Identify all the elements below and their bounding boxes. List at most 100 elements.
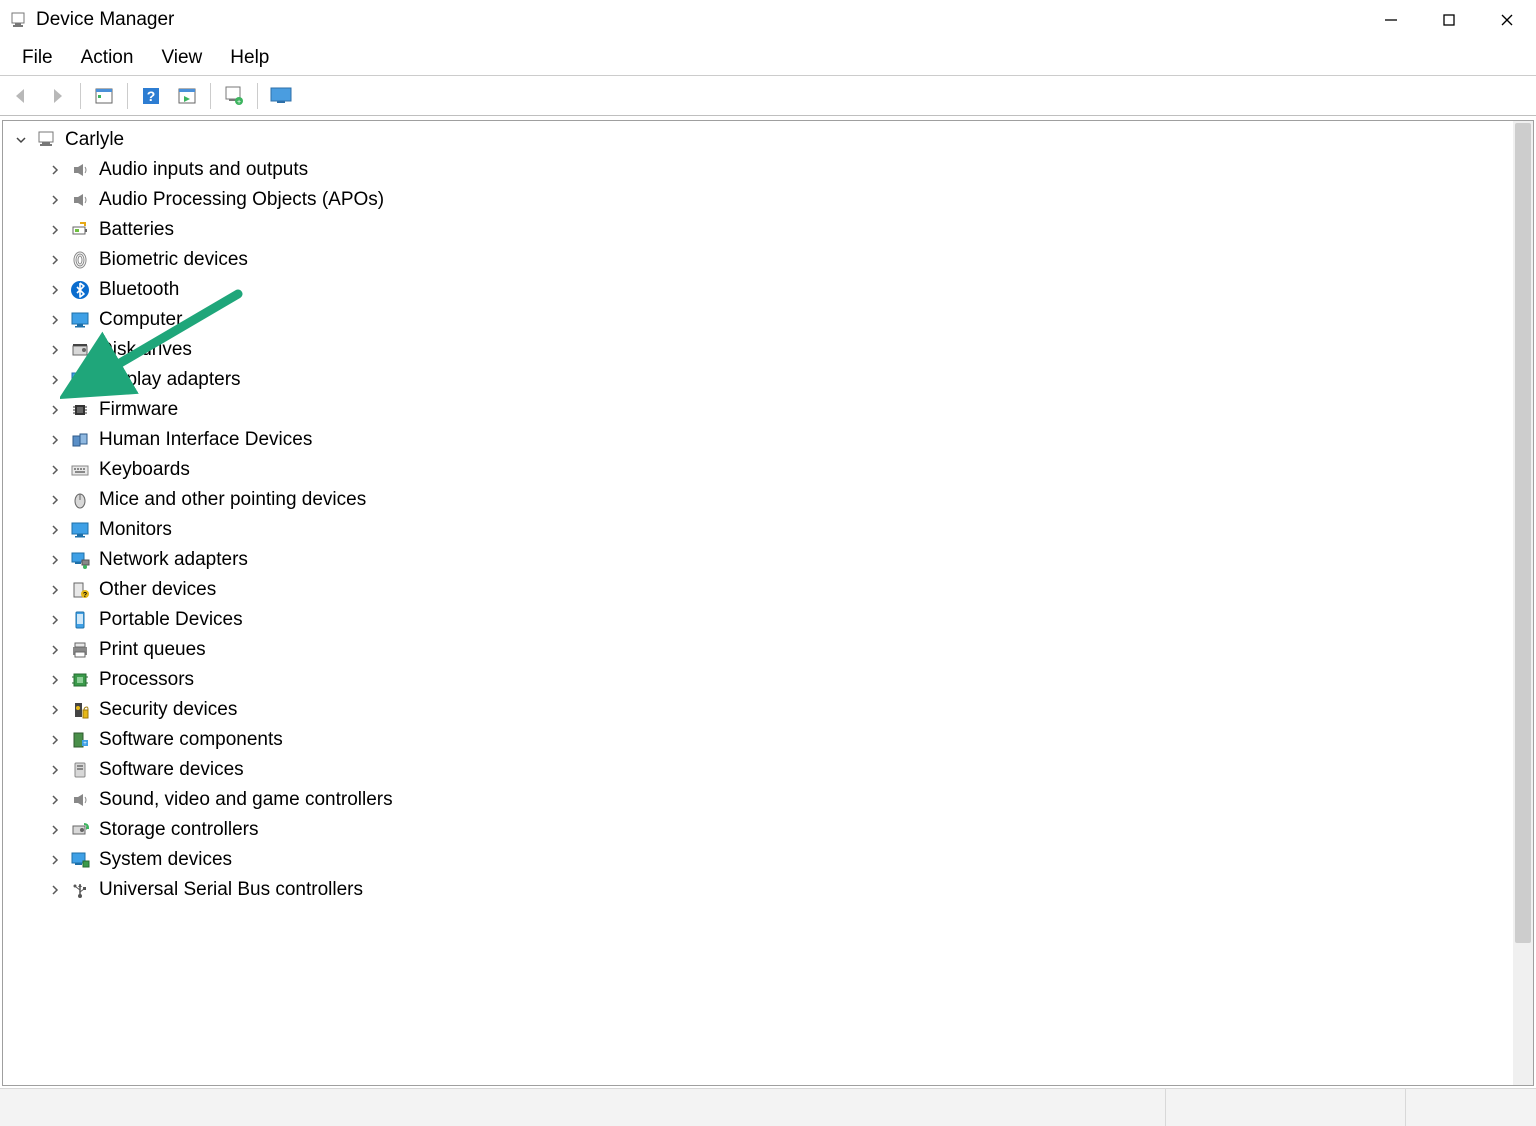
forward-button[interactable] xyxy=(42,81,72,111)
vertical-scrollbar[interactable] xyxy=(1513,121,1533,1085)
tree-node[interactable]: Disk drives xyxy=(3,335,1533,365)
tree-node[interactable]: System devices xyxy=(3,845,1533,875)
chevron-right-icon[interactable] xyxy=(47,252,63,268)
tree-root-label: Carlyle xyxy=(65,129,124,151)
hid-icon xyxy=(69,429,91,451)
back-button[interactable] xyxy=(6,81,36,111)
menu-action[interactable]: Action xyxy=(67,43,148,73)
tree-node-label: System devices xyxy=(99,849,232,871)
tree-node[interactable]: Keyboards xyxy=(3,455,1533,485)
maximize-button[interactable] xyxy=(1420,0,1478,40)
tree-node[interactable]: Sound, video and game controllers xyxy=(3,785,1533,815)
toolbar-separator xyxy=(257,83,258,109)
chevron-right-icon[interactable] xyxy=(47,882,63,898)
tree-node[interactable]: + Software components xyxy=(3,725,1533,755)
tree-node[interactable]: Display adapters xyxy=(3,365,1533,395)
menu-help[interactable]: Help xyxy=(216,43,283,73)
tree-node-label: Software components xyxy=(99,729,283,751)
toolbar-separator xyxy=(127,83,128,109)
tree-node[interactable]: Mice and other pointing devices xyxy=(3,485,1533,515)
battery-icon xyxy=(69,219,91,241)
tree-node[interactable]: Print queues xyxy=(3,635,1533,665)
tree-node[interactable]: Storage controllers xyxy=(3,815,1533,845)
help-button[interactable]: ? xyxy=(136,81,166,111)
speaker-icon xyxy=(69,789,91,811)
chevron-right-icon[interactable] xyxy=(47,342,63,358)
portable-icon xyxy=(69,609,91,631)
chevron-right-icon[interactable] xyxy=(47,642,63,658)
chevron-right-icon[interactable] xyxy=(47,402,63,418)
fingerprint-icon xyxy=(69,249,91,271)
chevron-right-icon[interactable] xyxy=(47,432,63,448)
tree-node[interactable]: Human Interface Devices xyxy=(3,425,1533,455)
chevron-right-icon[interactable] xyxy=(47,162,63,178)
tree-node[interactable]: Batteries xyxy=(3,215,1533,245)
tree-node[interactable]: Security devices xyxy=(3,695,1533,725)
menu-file[interactable]: File xyxy=(8,43,67,73)
tree-node[interactable]: Monitors xyxy=(3,515,1533,545)
chevron-right-icon[interactable] xyxy=(47,582,63,598)
tree-node[interactable]: Processors xyxy=(3,665,1533,695)
minimize-button[interactable] xyxy=(1362,0,1420,40)
svg-text:+: + xyxy=(83,741,87,747)
tree-node[interactable]: ? Other devices xyxy=(3,575,1533,605)
chevron-right-icon[interactable] xyxy=(47,852,63,868)
storage-icon xyxy=(69,819,91,841)
tree-node-label: Computer xyxy=(99,309,182,331)
security-icon xyxy=(69,699,91,721)
tree-node-label: Sound, video and game controllers xyxy=(99,789,393,811)
tree-node[interactable]: Software devices xyxy=(3,755,1533,785)
other-icon: ? xyxy=(69,579,91,601)
tree-node[interactable]: Firmware xyxy=(3,395,1533,425)
chevron-right-icon[interactable] xyxy=(47,282,63,298)
printer-icon xyxy=(69,639,91,661)
tree-node[interactable]: Portable Devices xyxy=(3,605,1533,635)
tree-node-label: Network adapters xyxy=(99,549,248,571)
tree-node[interactable]: Universal Serial Bus controllers xyxy=(3,875,1533,905)
bluetooth-icon xyxy=(69,279,91,301)
chevron-right-icon[interactable] xyxy=(47,222,63,238)
statusbar xyxy=(0,1088,1536,1126)
tree-node[interactable]: Biometric devices xyxy=(3,245,1533,275)
chevron-right-icon[interactable] xyxy=(47,462,63,478)
chevron-right-icon[interactable] xyxy=(47,612,63,628)
tree-node[interactable]: Bluetooth xyxy=(3,275,1533,305)
tree-node[interactable]: Network adapters xyxy=(3,545,1533,575)
mouse-icon xyxy=(69,489,91,511)
tree-node-label: Biometric devices xyxy=(99,249,248,271)
tree-node[interactable]: Computer xyxy=(3,305,1533,335)
chevron-down-icon[interactable] xyxy=(13,132,29,148)
toolbar-separator xyxy=(210,83,211,109)
action-button[interactable] xyxy=(172,81,202,111)
chevron-right-icon[interactable] xyxy=(47,762,63,778)
tree-node-label: Human Interface Devices xyxy=(99,429,312,451)
devices-button[interactable] xyxy=(266,81,296,111)
chevron-right-icon[interactable] xyxy=(47,732,63,748)
svg-text:?: ? xyxy=(83,592,87,599)
show-hidden-button[interactable] xyxy=(89,81,119,111)
chevron-right-icon[interactable] xyxy=(47,552,63,568)
tree-root-node[interactable]: Carlyle xyxy=(3,125,1533,155)
close-button[interactable] xyxy=(1478,0,1536,40)
chevron-right-icon[interactable] xyxy=(47,822,63,838)
chevron-right-icon[interactable] xyxy=(47,192,63,208)
chevron-right-icon[interactable] xyxy=(47,492,63,508)
chevron-right-icon[interactable] xyxy=(47,702,63,718)
scan-hardware-button[interactable]: + xyxy=(219,81,249,111)
sw-dev-icon xyxy=(69,759,91,781)
tree-node-label: Universal Serial Bus controllers xyxy=(99,879,363,901)
chevron-right-icon[interactable] xyxy=(47,522,63,538)
chevron-right-icon[interactable] xyxy=(47,672,63,688)
svg-text:?: ? xyxy=(147,88,156,104)
speaker-icon xyxy=(69,159,91,181)
svg-text:+: + xyxy=(237,99,241,106)
scrollbar-thumb[interactable] xyxy=(1515,123,1531,943)
tree-node-label: Processors xyxy=(99,669,194,691)
chevron-right-icon[interactable] xyxy=(47,372,63,388)
chevron-right-icon[interactable] xyxy=(47,312,63,328)
menu-view[interactable]: View xyxy=(147,43,216,73)
tree-node[interactable]: Audio inputs and outputs xyxy=(3,155,1533,185)
tree-node[interactable]: Audio Processing Objects (APOs) xyxy=(3,185,1533,215)
window-controls xyxy=(1362,0,1536,40)
chevron-right-icon[interactable] xyxy=(47,792,63,808)
